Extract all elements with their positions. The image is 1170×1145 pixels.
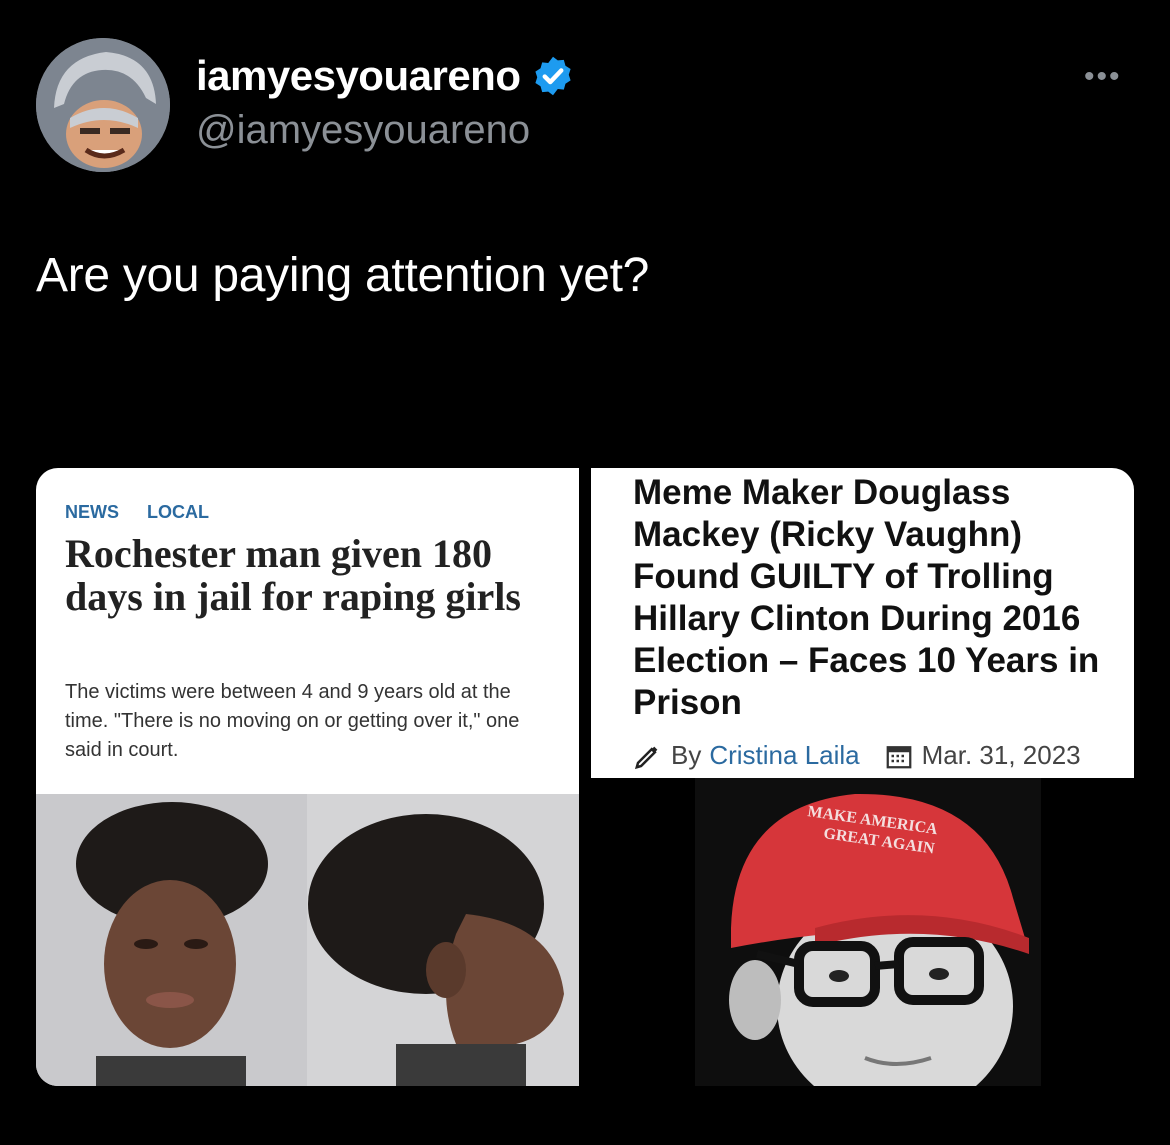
byline: By Cristina Laila Mar. 31, 2023 (633, 740, 1081, 771)
byline-prefix: By (671, 740, 702, 770)
calendar-icon (886, 745, 912, 768)
article-tags: NEWS LOCAL (65, 502, 209, 523)
user-handle[interactable]: @iamyesyouareno (196, 108, 530, 153)
right-article-header: Meme Maker Douglass Mackey (Ricky Vaughn… (591, 468, 1134, 778)
mugshot-image (36, 794, 579, 1086)
media-right-article[interactable]: Meme Maker Douglass Mackey (Ricky Vaughn… (591, 468, 1134, 1086)
media-left-article[interactable]: NEWS LOCAL Rochester man given 180 days … (36, 468, 579, 1086)
verified-badge-icon (534, 56, 571, 96)
mugshot-photo (36, 794, 579, 1086)
tweet-text: Are you paying attention yet? (36, 249, 650, 302)
left-headline: Rochester man given 180 days in jail for… (65, 531, 521, 619)
right-headline: Meme Maker Douglass Mackey (Ricky Vaughn… (633, 473, 1100, 722)
avatar[interactable] (36, 38, 170, 172)
display-name-text: iamyesyouareno (196, 52, 521, 99)
maga-hat-photo: MAKE AMERICA GREAT AGAIN (695, 778, 1041, 1086)
pencil-icon (634, 746, 658, 769)
tweet-media[interactable]: NEWS LOCAL Rochester man given 180 days … (36, 468, 1134, 1086)
article-date: Mar. 31, 2023 (921, 740, 1081, 770)
avatar-image (36, 38, 170, 172)
tag-local: LOCAL (147, 502, 209, 522)
author-link[interactable]: Cristina Laila (709, 740, 859, 771)
tag-news: NEWS (65, 502, 119, 522)
maga-hat-image: MAKE AMERICA GREAT AGAIN (695, 778, 1041, 1086)
more-options-icon[interactable]: ••• (1084, 60, 1122, 94)
left-deck: The victims were between 4 and 9 years o… (65, 681, 520, 761)
display-name[interactable]: iamyesyouareno (196, 52, 575, 100)
